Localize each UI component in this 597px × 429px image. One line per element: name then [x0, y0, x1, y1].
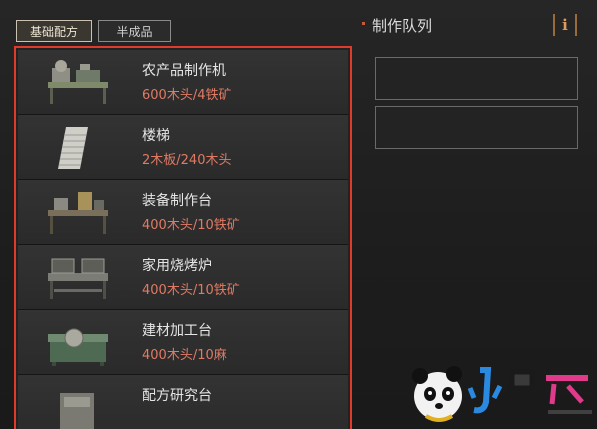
- queue-title: 制作队列: [372, 17, 433, 35]
- recipe-item-stairs[interactable]: 楼梯 2木板/240木头: [18, 115, 348, 180]
- farm-machine-icon: [48, 60, 108, 104]
- xiaohei-watermark-logo: [412, 366, 592, 422]
- recipe-item-bbq-grill[interactable]: 家用烧烤炉 400木头/10铁矿: [18, 245, 348, 310]
- recipe-item-farm-machine[interactable]: 农产品制作机 600木头/4铁矿: [18, 50, 348, 115]
- recipe-item-material-workbench[interactable]: 建材加工台 400木头/10麻: [18, 310, 348, 375]
- recipe-name: 建材加工台: [142, 323, 212, 339]
- recipe-name: 装备制作台: [142, 193, 212, 209]
- recipe-cost: 400木头/10麻: [142, 348, 227, 363]
- bbq-grill-icon: [48, 258, 108, 299]
- queue-slot-1[interactable]: [375, 57, 578, 100]
- recipe-name: 楼梯: [142, 128, 170, 144]
- recipe-cost: 600木头/4铁矿: [142, 88, 232, 103]
- material-workbench-icon: [48, 328, 108, 366]
- recipe-name: 家用烧烤炉: [142, 258, 212, 274]
- equipment-workbench-icon: [48, 192, 108, 234]
- tab-semi-finished[interactable]: 半成品: [98, 20, 171, 42]
- recipe-name: 农产品制作机: [142, 63, 226, 79]
- tab-basic-recipes[interactable]: 基础配方: [16, 20, 92, 42]
- research-table-icon: [60, 393, 94, 429]
- recipe-cost: 2木板/240木头: [142, 153, 232, 168]
- recipe-list: 农产品制作机 600木头/4铁矿 楼梯 2木板/240木头 装备制作台 400木…: [14, 46, 352, 429]
- crafting-screen: 基础配方 半成品 农产品制作机 600木头/4铁矿 楼梯 2木板/240木头 装…: [0, 0, 597, 429]
- recipe-item-research-table[interactable]: 配方研究台: [18, 375, 348, 429]
- recipe-item-equipment-workbench[interactable]: 装备制作台 400木头/10铁矿: [18, 180, 348, 245]
- info-button[interactable]: i: [553, 14, 577, 36]
- queue-slot-2[interactable]: [375, 106, 578, 149]
- stairs-icon: [58, 127, 88, 169]
- recipe-name: 配方研究台: [142, 388, 212, 404]
- recipe-cost: 400木头/10铁矿: [142, 218, 240, 233]
- queue-title-marker: [362, 22, 365, 25]
- recipe-cost: 400木头/10铁矿: [142, 283, 240, 298]
